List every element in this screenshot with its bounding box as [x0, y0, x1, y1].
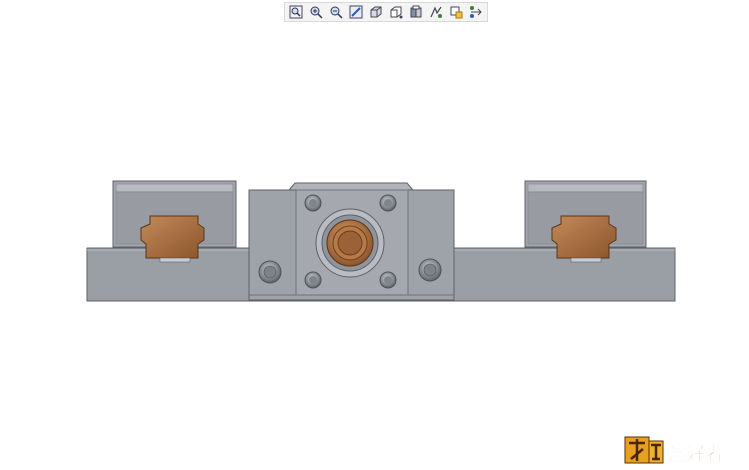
zoom-in-icon — [310, 6, 323, 19]
zoom-in-button[interactable] — [307, 3, 325, 21]
left-counterbore-hole — [258, 260, 282, 284]
hide-show-items-button[interactable] — [427, 3, 445, 21]
right-counterbore-hole — [418, 258, 442, 282]
apply-scene-icon — [470, 6, 482, 18]
view-orientation-icon — [370, 6, 382, 18]
zoom-to-fit-icon — [289, 5, 303, 19]
view-orientation-button[interactable] — [367, 3, 385, 21]
woodworker-logo-watermark: 爱好者 — [623, 431, 743, 465]
apply-scene-button[interactable] — [467, 3, 485, 21]
right-rail-profile — [551, 215, 617, 263]
zoom-out-button[interactable] — [327, 3, 345, 21]
left-rail-profile — [140, 215, 205, 263]
display-style-button[interactable] — [387, 3, 405, 21]
display-style-icon — [390, 6, 403, 19]
zoom-to-fit-button[interactable] — [287, 3, 305, 21]
bolt-hole-top-right — [379, 194, 397, 212]
bolt-hole-bottom-left — [304, 271, 322, 289]
zoom-to-area-button[interactable] — [347, 3, 365, 21]
section-view-button[interactable] — [407, 3, 425, 21]
edit-appearance-icon — [450, 6, 463, 19]
zoom-to-area-icon — [349, 5, 363, 19]
hide-show-items-icon — [430, 6, 442, 18]
bolt-hole-bottom-right — [379, 271, 397, 289]
view-toolbar — [284, 2, 488, 22]
svg-text:爱好者: 爱好者 — [667, 442, 724, 465]
zoom-out-icon — [330, 6, 343, 19]
section-view-icon — [410, 5, 422, 18]
model-viewport[interactable] — [0, 0, 749, 469]
bearing-nut — [315, 208, 385, 278]
bolt-hole-top-left — [304, 194, 322, 212]
edit-appearance-button[interactable] — [447, 3, 465, 21]
